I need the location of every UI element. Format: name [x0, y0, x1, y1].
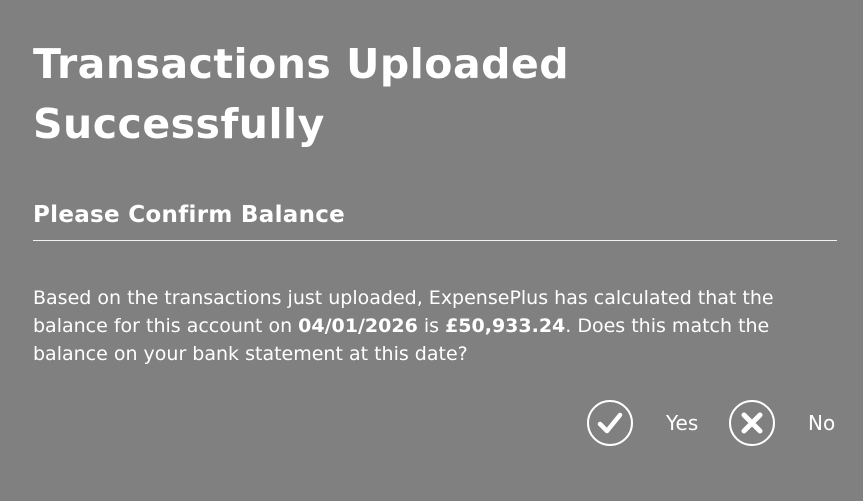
- confirm-balance-dialog: Transactions Uploaded Successfully Pleas…: [0, 0, 863, 501]
- balance-date: 04/01/2026: [298, 315, 418, 337]
- check-icon: [597, 412, 623, 434]
- divider: [33, 240, 837, 241]
- close-icon: [741, 412, 763, 434]
- message-text-2: is: [417, 315, 446, 337]
- yes-button[interactable]: [587, 400, 633, 446]
- dialog-subtitle: Please Confirm Balance: [33, 202, 346, 228]
- yes-label[interactable]: Yes: [666, 411, 698, 435]
- balance-amount: £50,933.24: [445, 315, 566, 337]
- confirmation-message: Based on the transactions just uploaded,…: [33, 284, 833, 368]
- no-button[interactable]: [729, 400, 775, 446]
- dialog-title: Transactions Uploaded Successfully: [33, 40, 570, 148]
- no-label[interactable]: No: [808, 411, 835, 435]
